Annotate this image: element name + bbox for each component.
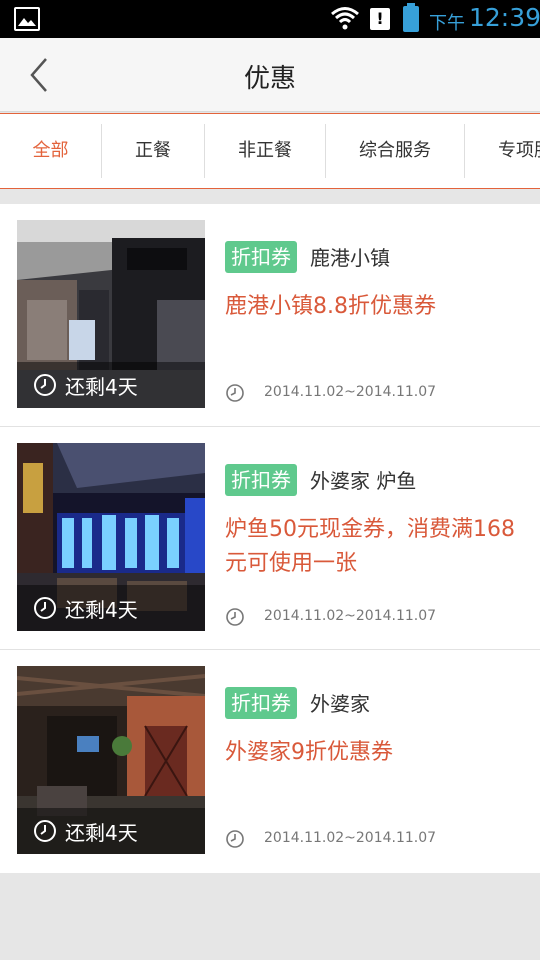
notification-icon: ! [370, 8, 390, 30]
coupon-image: 还剩4天 [17, 443, 205, 631]
shop-name: 外婆家 [310, 692, 370, 716]
coupon-title: 炉鱼50元现金券，消费满168元可使用一张 [225, 517, 515, 576]
status-time: 12:39 [469, 3, 540, 32]
remaining-overlay: 还剩4天 [17, 362, 205, 408]
validity-dates: 2014.11.02~2014.11.07 [264, 384, 437, 400]
remaining-days: 还剩4天 [65, 375, 138, 399]
shop-name: 外婆家 炉鱼 [310, 469, 417, 493]
remaining-days: 还剩4天 [65, 598, 138, 622]
validity-dates: 2014.11.02~2014.11.07 [264, 830, 437, 846]
tab-all[interactable]: 全部 [0, 124, 101, 178]
clock-icon [34, 597, 56, 619]
remaining-overlay: 还剩4天 [17, 808, 205, 854]
validity-dates: 2014.11.02~2014.11.07 [264, 608, 437, 624]
page-title: 优惠 [243, 64, 296, 94]
status-bar: ! 下午 12:39 [0, 0, 540, 38]
tab-general-service[interactable]: 综合服务 [326, 124, 464, 178]
coupon-type-badge: 折扣券 [225, 241, 297, 273]
coupon-image: 还剩4天 [17, 666, 205, 854]
clock-icon [34, 374, 56, 396]
battery-icon [403, 3, 419, 32]
clock-icon [226, 384, 244, 402]
clock-icon [226, 608, 244, 626]
coupon-title: 外婆家9折优惠券 [225, 740, 393, 765]
category-tabs: 全部 正餐 非正餐 综合服务 专项服 [0, 113, 540, 189]
coupon-card[interactable]: 还剩4天 折扣券 外婆家 炉鱼 炉鱼50元现金券，消费满168元可使用一张 20… [0, 427, 540, 650]
coupon-type-badge: 折扣券 [225, 464, 297, 496]
coupon-list: 还剩4天 折扣券 鹿港小镇 鹿港小镇8.8折优惠券 2014.11.02~201… [0, 204, 540, 873]
app-header: 优惠 [0, 38, 540, 112]
remaining-overlay: 还剩4天 [17, 585, 205, 631]
clock-icon [34, 820, 56, 842]
coupon-card[interactable]: 还剩4天 折扣券 鹿港小镇 鹿港小镇8.8折优惠券 2014.11.02~201… [0, 204, 540, 427]
tab-dinner[interactable]: 正餐 [102, 124, 204, 178]
status-ampm: 下午 [429, 13, 465, 34]
coupon-title: 鹿港小镇8.8折优惠券 [225, 294, 436, 319]
coupon-card[interactable]: 还剩4天 折扣券 外婆家 外婆家9折优惠券 2014.11.02~2014.11… [0, 650, 540, 873]
tab-divider [464, 124, 465, 178]
tab-special-service[interactable]: 专项服 [498, 124, 540, 178]
coupon-image: 还剩4天 [17, 220, 205, 408]
coupon-type-badge: 折扣券 [225, 687, 297, 719]
clock-icon [226, 830, 244, 848]
remaining-days: 还剩4天 [65, 821, 138, 845]
tab-non-dinner[interactable]: 非正餐 [205, 124, 325, 178]
wifi-icon [330, 5, 360, 35]
shop-name: 鹿港小镇 [310, 246, 390, 270]
gallery-icon [14, 7, 40, 31]
